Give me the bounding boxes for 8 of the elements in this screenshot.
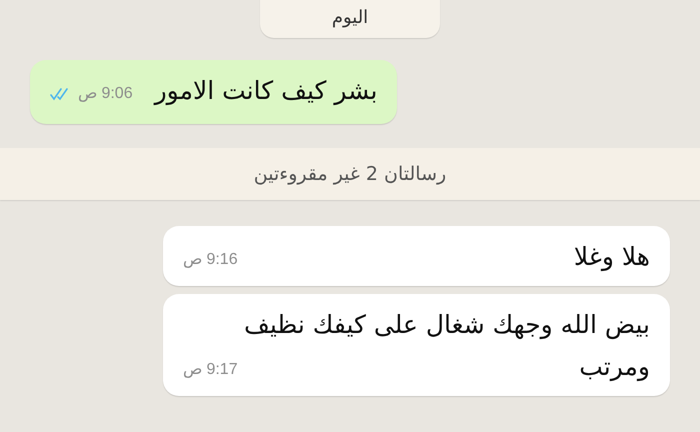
message-time: 9:06 ص: [78, 84, 133, 104]
message-time: 9:17 ص: [183, 360, 238, 380]
message-text: بيض الله وجهك شغال على كيفك نظيف ومرتب: [244, 310, 650, 381]
message-time: 9:16 ص: [183, 250, 238, 270]
date-chip: اليوم: [260, 0, 440, 38]
unread-count-label: رسالتان 2 غير مقروءتين: [254, 163, 446, 185]
message-text: بشر كيف كانت الامور: [154, 76, 378, 105]
message-text: هلا وغلا: [574, 242, 650, 271]
